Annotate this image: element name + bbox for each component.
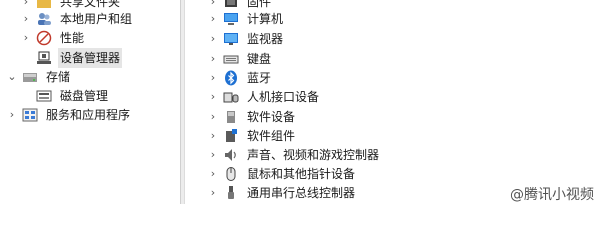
chevron-right-icon[interactable]: › — [207, 9, 219, 29]
tree-item-storage[interactable]: ⌄ 存储 — [6, 67, 72, 87]
chevron-right-icon[interactable]: › — [207, 164, 219, 184]
device-manager-icon — [36, 50, 52, 66]
device-category-label: 通用串行总线控制器 — [247, 186, 356, 200]
device-category-label: 蓝牙 — [247, 71, 272, 85]
tree-item-services-apps[interactable]: › 服务和应用程序 — [6, 105, 132, 125]
usb-icon — [223, 185, 239, 201]
disk-icon — [36, 88, 52, 104]
chevron-right-icon[interactable]: › — [207, 87, 219, 107]
device-category-label: 人机接口设备 — [247, 90, 320, 104]
chevron-right-icon[interactable]: › — [6, 105, 18, 125]
chevron-right-icon[interactable]: › — [207, 145, 219, 165]
device-category-label: 声音、视频和游戏控制器 — [247, 148, 380, 162]
sound-icon — [223, 147, 239, 163]
device-category-label: 软件设备 — [247, 110, 296, 124]
device-category-hid[interactable]: › 人机接口设备 — [207, 87, 321, 107]
chevron-right-icon[interactable]: › — [207, 126, 219, 146]
chevron-right-icon[interactable]: › — [207, 107, 219, 127]
device-category-software-devices[interactable]: › 软件设备 — [207, 107, 297, 127]
device-category-label: 监视器 — [247, 32, 284, 46]
tree-item-device-manager[interactable]: 设备管理器 — [20, 48, 123, 68]
tree-item-label: 磁盘管理 — [60, 89, 109, 103]
tree-item-label: 设备管理器 — [58, 48, 123, 68]
device-category-label: 计算机 — [247, 12, 284, 26]
device-category-label: 软件组件 — [247, 129, 296, 143]
chevron-right-icon[interactable]: › — [207, 183, 219, 203]
tree-item-label: 服务和应用程序 — [46, 108, 131, 122]
chevron-right-icon[interactable]: › — [207, 29, 219, 49]
chevron-right-icon[interactable]: › — [20, 9, 32, 29]
tree-item-label: 性能 — [60, 31, 85, 45]
device-category-label: 键盘 — [247, 52, 272, 66]
performance-icon — [36, 30, 52, 46]
device-category-monitor[interactable]: › 监视器 — [207, 29, 285, 49]
device-category-software-components[interactable]: › 软件组件 — [207, 126, 297, 146]
storage-icon — [22, 69, 38, 85]
tree-item-label: 本地用户和组 — [60, 12, 133, 26]
device-category-sound[interactable]: › 声音、视频和游戏控制器 — [207, 145, 381, 165]
tree-item-performance[interactable]: › 性能 — [20, 28, 86, 48]
chevron-right-icon[interactable]: › — [207, 68, 219, 88]
keyboard-icon — [223, 51, 239, 67]
chevron-down-icon[interactable]: ⌄ — [6, 67, 18, 87]
tree-item-label: 存储 — [46, 70, 71, 84]
hid-icon — [223, 89, 239, 105]
device-tree: › 固件 › 计算机 › 监视器 › 键盘 › 蓝牙 › 人机接口设备 › 软件… — [185, 0, 600, 204]
device-category-bluetooth[interactable]: › 蓝牙 — [207, 68, 273, 88]
users-icon — [36, 11, 52, 27]
services-icon — [22, 107, 38, 123]
software-device-icon — [223, 109, 239, 125]
tree-item-local-users[interactable]: › 本地用户和组 — [20, 9, 134, 29]
device-category-computer[interactable]: › 计算机 — [207, 9, 285, 29]
tree-item-disk-management[interactable]: 磁盘管理 — [20, 86, 110, 106]
left-navigation-tree: › 共享文件夹 › 本地用户和组 › 性能 设备管理器 ⌄ 存储 磁盘管理 › … — [0, 0, 180, 204]
computer-icon — [223, 11, 239, 27]
monitor-icon — [223, 31, 239, 47]
device-category-usb[interactable]: › 通用串行总线控制器 — [207, 183, 357, 203]
device-category-mouse[interactable]: › 鼠标和其他指针设备 — [207, 164, 357, 184]
watermark: @腾讯小视频 — [510, 187, 594, 203]
chevron-right-icon[interactable]: › — [20, 28, 32, 48]
device-category-keyboard[interactable]: › 键盘 — [207, 49, 273, 69]
mouse-icon — [223, 166, 239, 182]
bluetooth-icon — [223, 70, 239, 86]
software-component-icon — [223, 128, 239, 144]
chevron-right-icon[interactable]: › — [207, 49, 219, 69]
device-category-label: 鼠标和其他指针设备 — [247, 167, 356, 181]
